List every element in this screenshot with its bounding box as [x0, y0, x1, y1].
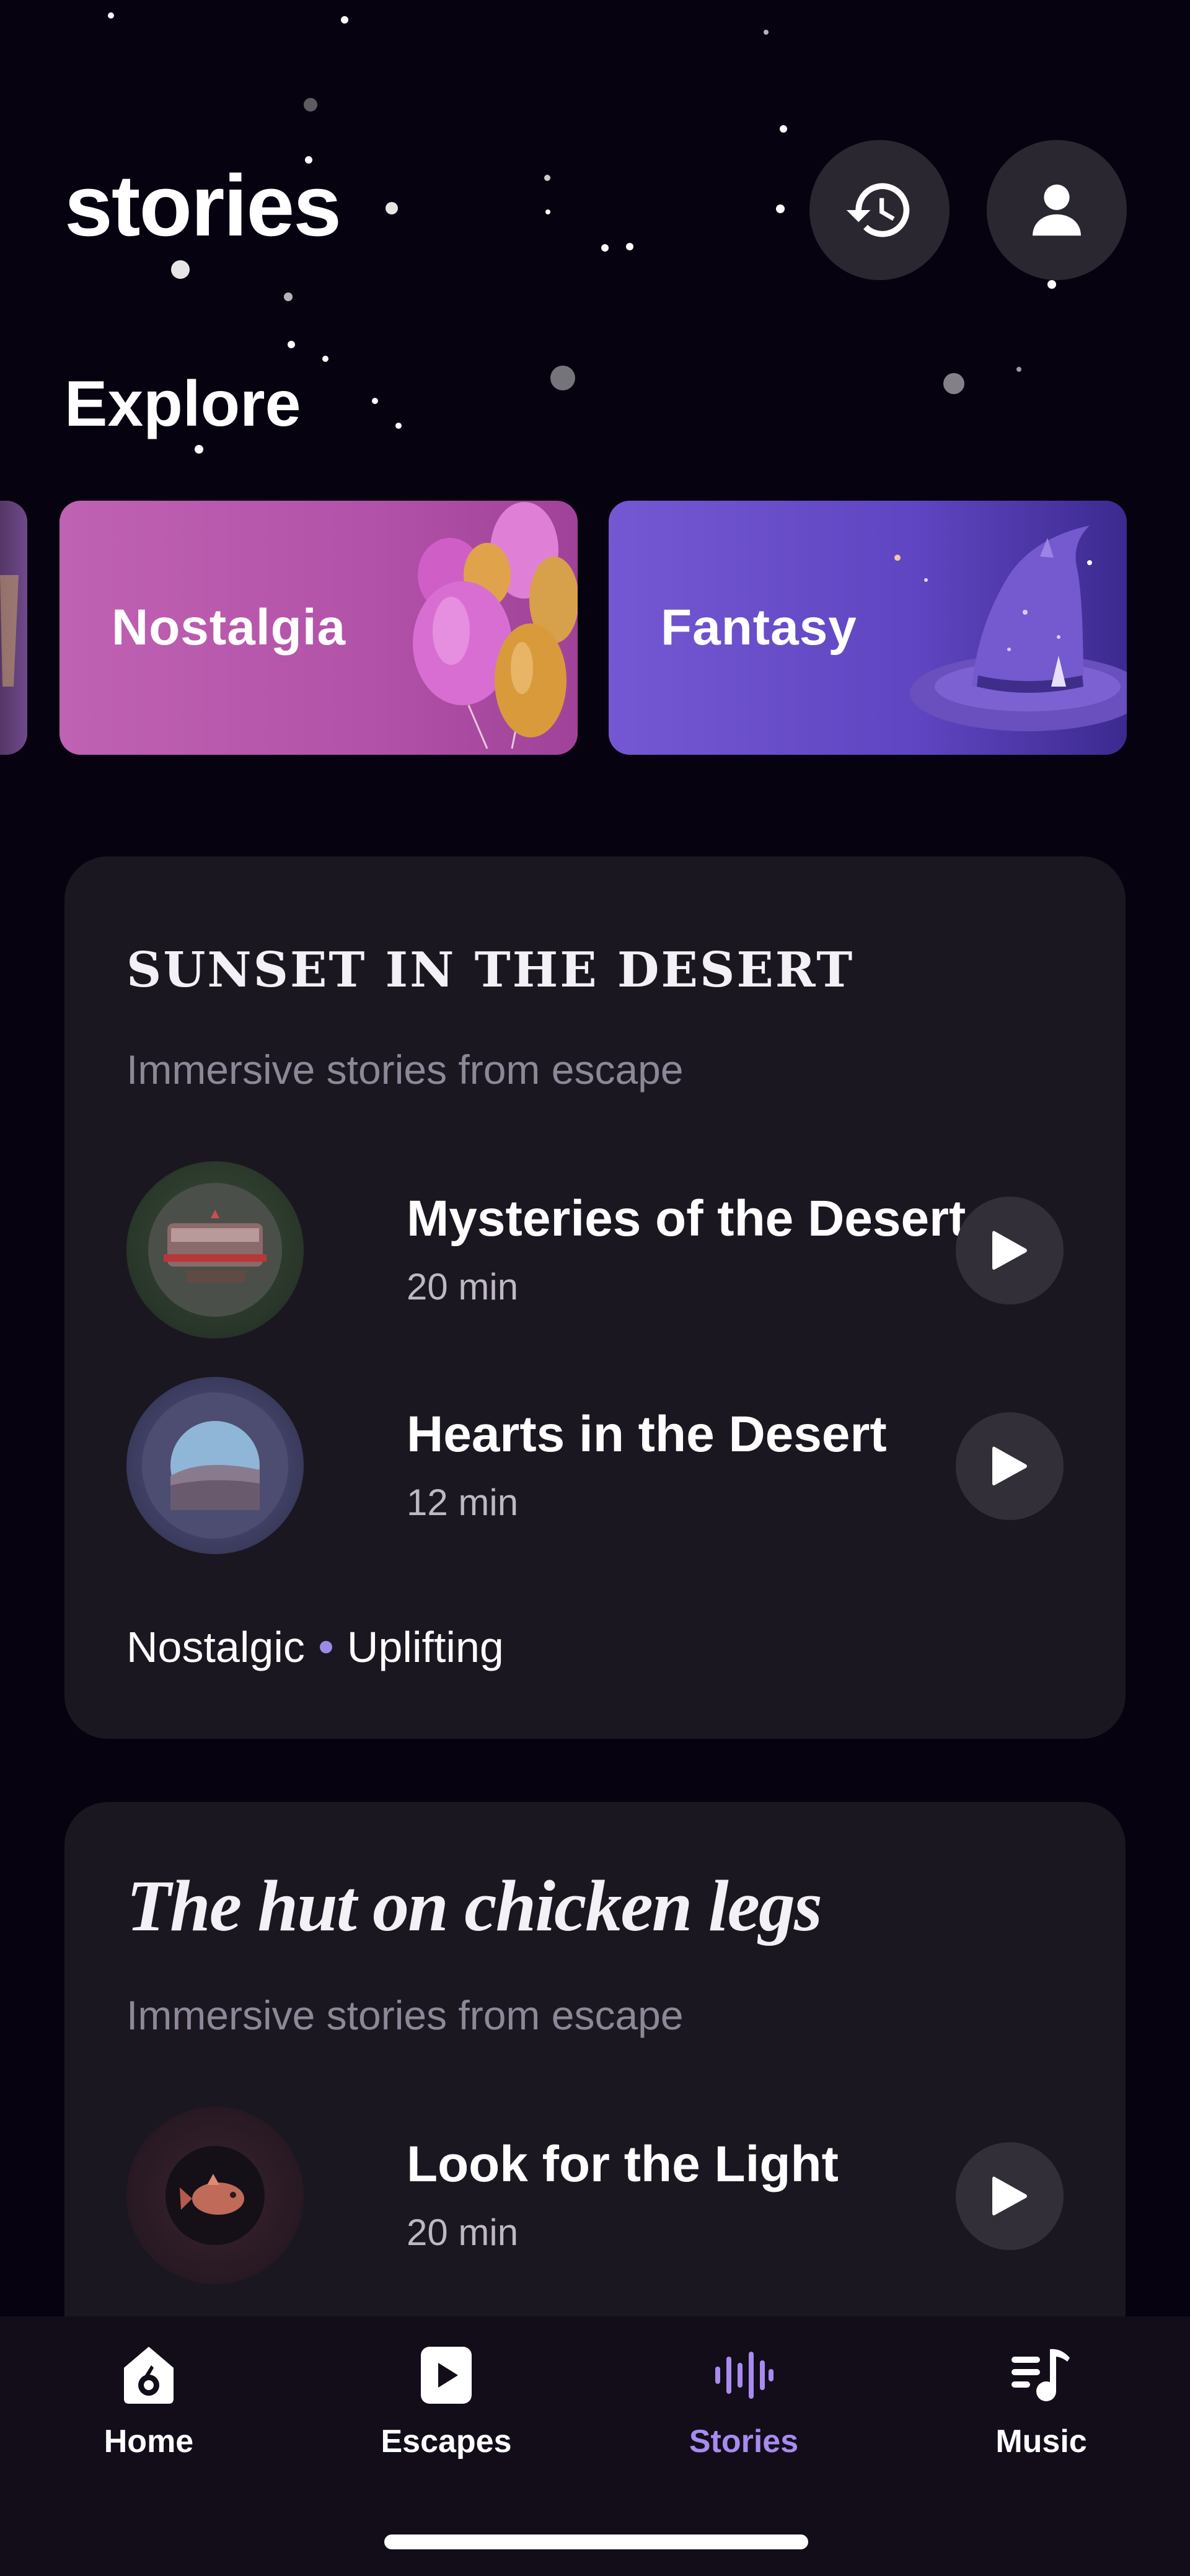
wizard-hat-illustration: [894, 525, 1127, 731]
story-row[interactable]: Look for the Light 20 min: [126, 2107, 1064, 2287]
glass-illustration: [0, 575, 19, 687]
story-title: Look for the Light: [407, 2136, 839, 2192]
explore-heading: Explore: [64, 368, 301, 440]
collection-subtitle: Immersive stories from escape: [126, 1047, 684, 1092]
story-row[interactable]: Hearts in the Desert 12 min: [126, 1377, 1064, 1557]
soundwave-icon: [715, 2352, 774, 2399]
page-title: stories: [64, 157, 342, 254]
music-list-icon: [1011, 2349, 1070, 2401]
play-icon: [992, 1231, 1027, 1270]
balloons-illustration: [413, 502, 578, 749]
collection-subtitle: Immersive stories from escape: [126, 1992, 684, 2038]
history-button[interactable]: [809, 140, 950, 280]
category-card-fantasy[interactable]: Fantasy: [609, 501, 1127, 755]
category-card-partial[interactable]: [0, 501, 27, 755]
nav-label: Escapes: [381, 2424, 512, 2460]
category-label-nostalgia: Nostalgia: [112, 599, 346, 656]
nav-item-escapes[interactable]: Escapes: [353, 2341, 539, 2477]
story-title: Hearts in the Desert: [407, 1406, 887, 1462]
story-duration: 20 min: [407, 1266, 519, 1308]
category-label-fantasy: Fantasy: [661, 599, 857, 656]
story-row[interactable]: Mysteries of the Desert 20 min: [126, 1161, 1064, 1341]
story-collection-card: SUNSET IN THE DESERT Immersive stories f…: [64, 856, 1126, 1739]
story-title: Mysteries of the Desert: [407, 1190, 966, 1247]
home-indicator: [384, 2534, 808, 2549]
tag: Nostalgic: [126, 1623, 305, 1671]
collection-title: The hut on chicken legs: [126, 1865, 822, 1946]
play-icon: [992, 2176, 1027, 2215]
collection-title: SUNSET IN THE DESERT: [126, 942, 855, 998]
glowing-fish-thumbnail: [126, 2107, 304, 2284]
desert-landscape-thumbnail: [126, 1377, 304, 1554]
nav-item-stories[interactable]: Stories: [651, 2341, 837, 2477]
play-icon: [992, 1446, 1027, 1485]
brookes-sign-thumbnail: [126, 1161, 304, 1339]
nav-label: Home: [104, 2424, 194, 2460]
profile-button[interactable]: [987, 140, 1127, 280]
category-card-nostalgia[interactable]: Nostalgia: [60, 501, 578, 755]
play-button[interactable]: [956, 1197, 1064, 1304]
nav-label: Music: [995, 2424, 1087, 2460]
story-duration: 20 min: [407, 2212, 519, 2253]
tag-separator-dot: [319, 1641, 332, 1653]
history-icon: [846, 183, 910, 237]
play-square-icon: [421, 2347, 472, 2404]
nav-item-music[interactable]: Music: [948, 2341, 1134, 2477]
nav-label: Stories: [689, 2424, 799, 2460]
person-icon: [1033, 184, 1081, 236]
play-button[interactable]: [956, 1412, 1064, 1520]
nav-item-home[interactable]: Home: [56, 2341, 242, 2477]
play-button[interactable]: [956, 2142, 1064, 2250]
story-duration: 12 min: [407, 1482, 519, 1523]
tag: Uplifting: [346, 1623, 504, 1671]
home-icon: [124, 2347, 174, 2404]
mood-tags: Nostalgic Uplifting: [126, 1622, 504, 1672]
